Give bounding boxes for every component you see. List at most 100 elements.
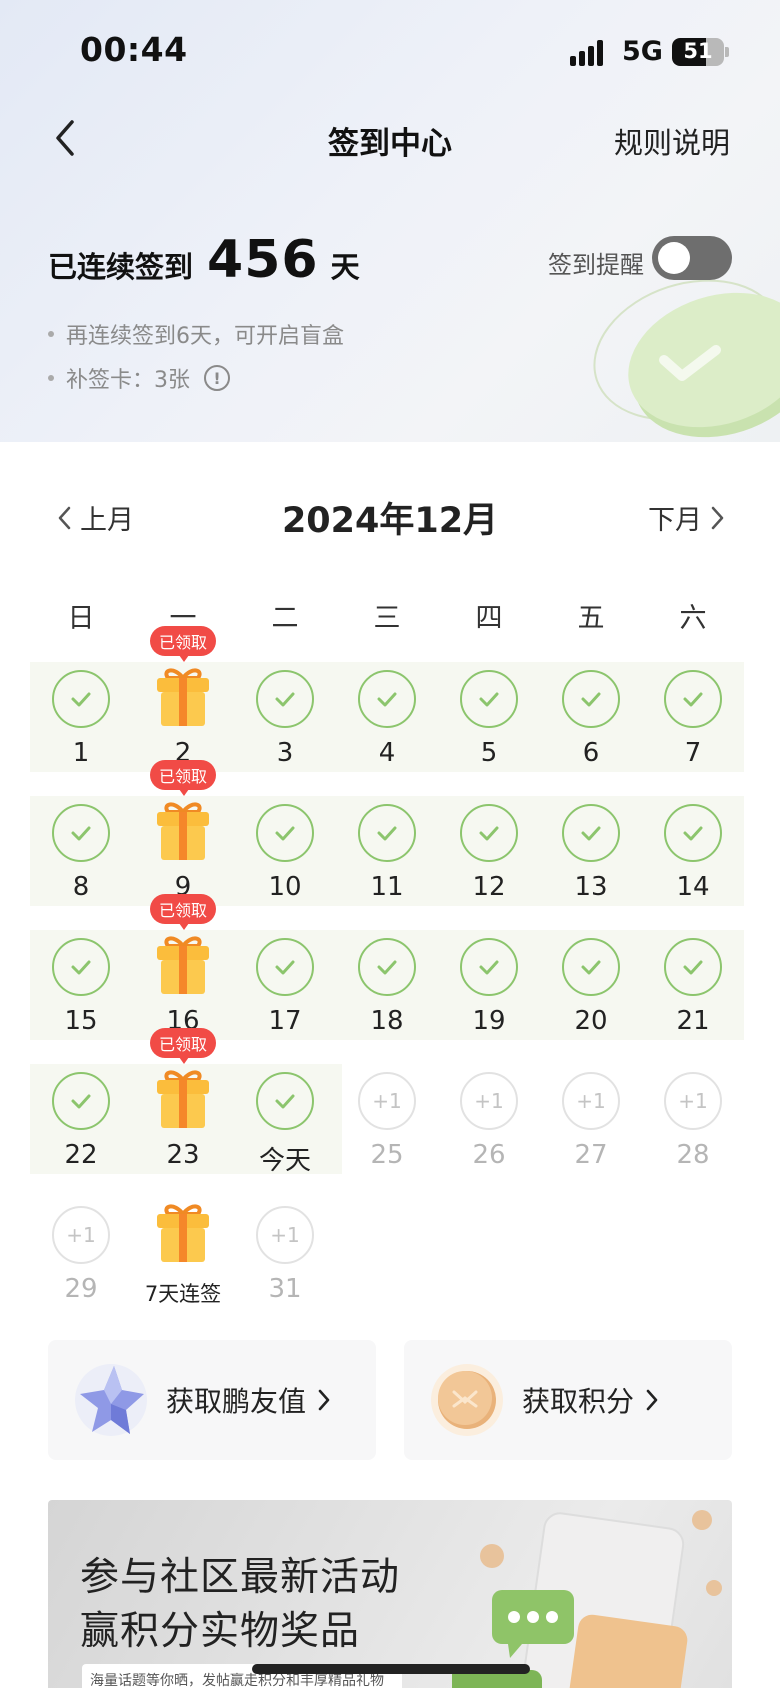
calendar-day[interactable]: 21 [642,930,744,1050]
plus-points-circle: +1 [358,1072,416,1130]
streak-prefix: 已连续签到 [48,250,194,284]
calendar-day-label: 31 [268,1274,302,1304]
calendar-day[interactable]: 5 [438,662,540,782]
calendar-day[interactable]: 17 [234,930,336,1050]
plus-points-circle: +1 [562,1072,620,1130]
check-icon [683,826,703,841]
calendar-day-label: 15 [64,1006,98,1036]
calendar-day-label: 27 [574,1140,608,1170]
plus-points-circle: +1 [52,1206,110,1264]
gift-icon [157,802,209,860]
checked-circle [562,670,620,728]
calendar-day-label: 5 [480,738,498,768]
checked-circle [52,938,110,996]
claimed-badge: 已领取 [150,760,216,796]
weekday-header: 日 一 二 三 四 五 六 [30,596,744,635]
check-icon [581,960,601,975]
calendar-day[interactable]: +1 25 [336,1064,438,1184]
signal-icon [570,40,610,66]
reminder-label: 签到提醒 [548,251,644,279]
checked-circle [562,804,620,862]
get-points-card[interactable]: 获取积分 [404,1340,732,1460]
get-friend-value-card[interactable]: 获取鹏友值 [48,1340,376,1460]
calendar-day-label: 10 [268,872,302,902]
tip-blind-box: 再连续签到6天，可开启盲盒 [48,318,344,350]
calendar-day[interactable]: 8 [30,796,132,916]
banner-title-line1: 参与社区最新活动 [80,1555,401,1600]
calendar-day[interactable]: 22 [30,1064,132,1184]
plus-points-circle: +1 [664,1072,722,1130]
check-icon [377,826,397,841]
calendar-day-label: 29 [64,1274,98,1304]
streak-summary: 已连续签到 456 天 [48,230,360,290]
community-activity-banner[interactable]: 参与社区最新活动 赢积分实物奖品 海量话题等你晒，发帖赢走积分和丰厚精品礼物 [48,1500,732,1688]
check-icon [275,826,295,841]
battery-cap [725,47,729,57]
calendar-day-label: 今天 [258,1146,311,1176]
check-icon [683,692,703,707]
calendar-day-label: 25 [370,1140,404,1170]
checked-circle [460,804,518,862]
calendar-day[interactable]: +1 28 [642,1064,744,1184]
calendar-day[interactable]: 11 [336,796,438,916]
info-icon[interactable]: ! [204,365,230,391]
gift-icon [157,668,209,726]
calendar-day[interactable]: 19 [438,930,540,1050]
crystal-star-icon [75,1364,147,1436]
checkin-page: 00:44 5G 51 签到中心 规则说明 已连续签到 456 天 签到提醒 再… [0,0,780,1688]
tip-blind-box-text: 再连续签到6天，可开启盲盒 [66,324,344,349]
claimed-badge: 已领取 [150,1028,216,1064]
calendar-day[interactable]: 3 [234,662,336,782]
checked-circle [664,804,722,862]
calendar-day-label: 22 [64,1140,98,1170]
battery-icon: 51 [672,38,724,66]
checked-circle [52,804,110,862]
calendar-day-label: 17 [268,1006,302,1036]
weekday-label: 二 [271,603,299,634]
calendar-day[interactable]: 15 [30,930,132,1050]
check-icon [275,1094,295,1109]
reminder-toggle[interactable] [652,236,732,280]
calendar-day[interactable]: 20 [540,930,642,1050]
gift-box [154,1200,212,1264]
calendar-day-label: 21 [676,1006,710,1036]
weekday-label: 日 [67,603,95,634]
checked-circle [52,670,110,728]
calendar-day[interactable]: 6 [540,662,642,782]
calendar-day[interactable]: 今天 [234,1064,336,1184]
calendar-day[interactable]: 已领取 23 [132,1028,234,1184]
calendar-day[interactable]: 7 [642,662,744,782]
calendar-day[interactable]: +1 29 [30,1198,132,1318]
calendar-day[interactable]: 4 [336,662,438,782]
calendar-day[interactable]: 7天连签 [132,1198,234,1318]
calendar-day-label: 7天连签 [144,1282,222,1306]
check-icon [377,960,397,975]
calendar-day[interactable]: 12 [438,796,540,916]
check-icon [71,826,91,841]
calendar-day[interactable]: 1 [30,662,132,782]
calendar-day-label: 14 [676,872,710,902]
plus-points-circle: +1 [460,1072,518,1130]
checked-circle [256,1072,314,1130]
next-month-button[interactable]: 下月 [648,498,728,537]
next-month-label: 下月 [648,505,702,536]
gift-box [154,1066,212,1130]
plus-points-circle: +1 [256,1206,314,1264]
chevron-right-icon [318,1389,330,1411]
calendar-day[interactable]: 18 [336,930,438,1050]
calendar-day[interactable]: +1 31 [234,1198,336,1318]
calendar-day-label: 12 [472,872,506,902]
calendar-day[interactable]: +1 26 [438,1064,540,1184]
gift-box [154,798,212,862]
calendar-day-label: 6 [582,738,600,768]
calendar-day[interactable]: 13 [540,796,642,916]
status-time: 00:44 [80,30,188,69]
calendar-day[interactable]: 14 [642,796,744,916]
checked-circle [52,1072,110,1130]
gift-box [154,932,212,996]
calendar-day[interactable]: 10 [234,796,336,916]
calendar-day-label: 18 [370,1006,404,1036]
check-icon [275,960,295,975]
calendar-day[interactable]: +1 27 [540,1064,642,1184]
rules-link[interactable]: 规则说明 [614,120,730,162]
